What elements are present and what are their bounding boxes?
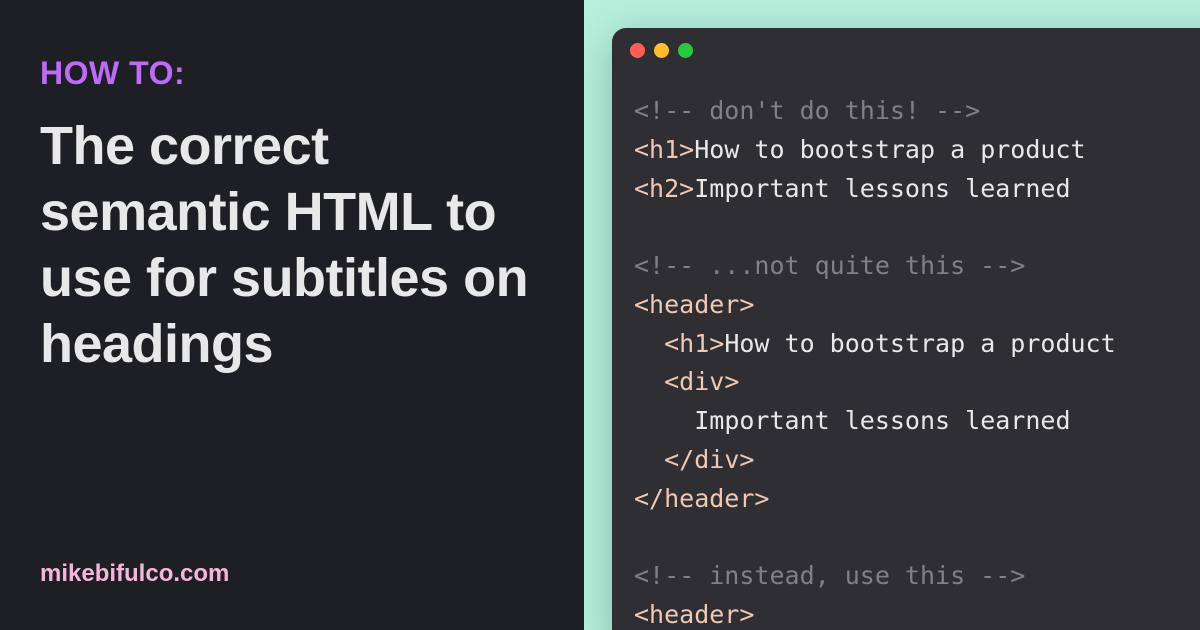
window-chrome bbox=[612, 28, 1200, 72]
code-line: <header> bbox=[634, 596, 1200, 630]
code-area: <!-- don't do this! --><h1>How to bootst… bbox=[612, 72, 1200, 630]
right-panel: <!-- don't do this! --><h1>How to bootst… bbox=[584, 0, 1200, 630]
zoom-icon bbox=[678, 43, 693, 58]
code-line: <!-- instead, use this --> bbox=[634, 557, 1200, 596]
code-line bbox=[634, 518, 1200, 557]
minimize-icon bbox=[654, 43, 669, 58]
code-line: <h2>Important lessons learned bbox=[634, 170, 1200, 209]
code-line: <!-- don't do this! --> bbox=[634, 92, 1200, 131]
code-line bbox=[634, 208, 1200, 247]
code-line: </header> bbox=[634, 480, 1200, 519]
kicker-label: HOW TO: bbox=[40, 55, 544, 92]
left-panel: HOW TO: The correct semantic HTML to use… bbox=[0, 0, 584, 630]
code-editor-window: <!-- don't do this! --><h1>How to bootst… bbox=[612, 28, 1200, 630]
code-line: <h1>How to bootstrap a product bbox=[634, 325, 1200, 364]
code-line: </div> bbox=[634, 441, 1200, 480]
code-line: <!-- ...not quite this --> bbox=[634, 247, 1200, 286]
code-line: <div> bbox=[634, 363, 1200, 402]
code-line: <h1>How to bootstrap a product bbox=[634, 131, 1200, 170]
site-url: mikebifulco.com bbox=[40, 560, 229, 588]
code-line: <header> bbox=[634, 286, 1200, 325]
code-line: Important lessons learned bbox=[634, 402, 1200, 441]
close-icon bbox=[630, 43, 645, 58]
page-title: The correct semantic HTML to use for sub… bbox=[40, 114, 544, 378]
